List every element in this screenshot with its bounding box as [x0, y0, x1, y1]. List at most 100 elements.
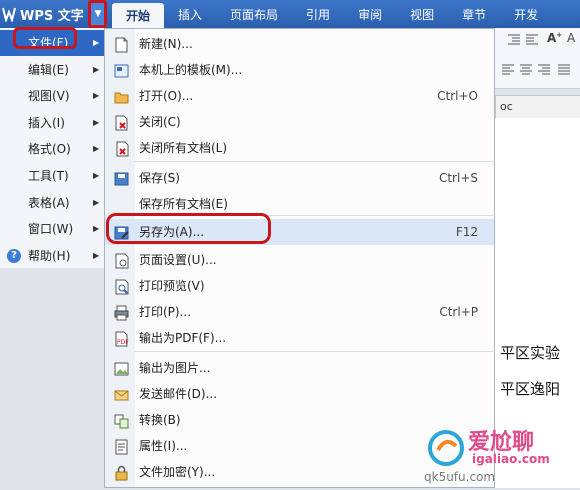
workspace-background	[0, 268, 104, 488]
new-document-icon	[114, 36, 129, 53]
file-menu-item[interactable]: 本机上的模板(M)...	[105, 57, 494, 83]
save-icon	[114, 170, 129, 186]
main-menu-item-label: 工具(T)	[28, 169, 69, 183]
file-menu-item[interactable]: 打印(P)... Ctrl+P	[105, 299, 494, 325]
file-menu-item[interactable]: 新建(N)...	[105, 31, 494, 57]
convert-icon	[114, 412, 129, 429]
open-folder-icon	[114, 88, 129, 104]
submenu-arrow-icon: ▶	[93, 38, 100, 47]
file-menu-item[interactable]: 发送邮件(D)...	[105, 381, 494, 407]
pdf-icon: PDF	[114, 330, 129, 347]
submenu-arrow-icon: ▶	[93, 171, 100, 180]
main-menu-item-label: 视图(V)	[28, 89, 70, 104]
main-menu-item-label: 格式(O)	[28, 142, 71, 157]
submenu-arrow-icon: ▶	[93, 91, 100, 101]
file-menu-item[interactable]: 保存(S) Ctrl+S	[105, 165, 494, 191]
document-text-line: 平区逸阳	[500, 380, 561, 398]
annotation-highlight-file	[13, 27, 77, 49]
tab-3[interactable]: 引用	[292, 0, 344, 28]
svg-text:PDF: PDF	[117, 339, 129, 346]
main-menu-item[interactable]: 插入(I) ▶	[0, 110, 104, 136]
file-menu-item-label: 关闭(C)	[139, 115, 181, 129]
document-tab-label: oc	[500, 100, 513, 113]
menu-separator	[135, 351, 495, 352]
shortcut-label: F12	[455, 225, 478, 239]
main-menu-item-label: 插入(I)	[28, 115, 65, 130]
menu-separator	[135, 161, 495, 162]
file-menu-item-label: 转换(B)	[139, 413, 181, 427]
email-icon	[114, 386, 129, 402]
tab-0[interactable]: 开始	[112, 3, 165, 28]
main-menu-item[interactable]: 工具(T) ▶	[0, 163, 104, 189]
main-menu-item-label: 编辑(E)	[28, 62, 69, 77]
file-menu-item-label: 本机上的模板(M)...	[139, 63, 243, 77]
file-menu-item-label: 页面设置(U)...	[139, 253, 217, 267]
shortcut-label: Ctrl+O	[437, 89, 478, 103]
file-menu-item[interactable]: 打开(O)... Ctrl+O	[105, 83, 494, 109]
watermark-sub: qk5ufu.com	[424, 470, 496, 484]
shortcut-label: Ctrl+P	[439, 305, 478, 319]
file-menu-item[interactable]: 关闭所有文档(L)	[105, 135, 494, 161]
page-setup-icon	[114, 252, 129, 269]
file-menu-item[interactable]: 打印预览(V)	[105, 273, 494, 299]
align-center-icon[interactable]	[519, 64, 533, 79]
wps-logo-icon	[2, 6, 16, 24]
properties-icon	[114, 438, 129, 455]
main-menu-item[interactable]: 视图(V) ▶	[0, 83, 104, 109]
file-menu-item-label: 打印(P)...	[139, 305, 192, 319]
watermark: 爱尬聊 igaliao.com qk5ufu.com	[420, 420, 580, 488]
main-menu-item[interactable]: ? 帮助(H) ▶	[0, 243, 104, 269]
export-image-icon	[114, 360, 129, 376]
file-menu-item-label: 新建(N)...	[139, 37, 193, 51]
submenu-arrow-icon: ▶	[93, 144, 100, 154]
file-menu-item[interactable]: PDF 输出为PDF(F)...	[105, 325, 494, 351]
app-logo[interactable]: WPS 文字	[2, 4, 84, 24]
ribbon-tabs: 开始 插入 页面布局 引用 审阅 视图 章节 开发	[112, 0, 552, 28]
ribbon-toolbar: A+ A	[495, 28, 580, 89]
print-preview-icon	[114, 278, 129, 295]
file-menu-item-label: 保存(S)	[139, 171, 180, 185]
main-menu-item-label: 帮助(H)	[28, 248, 71, 263]
title-bar: WPS 文字 ▼ 开始 插入 页面布局 引用 审阅 视图 章节 开发	[0, 0, 580, 28]
main-menu-item[interactable]: 窗口(W) ▶	[0, 216, 104, 242]
file-menu-item-label: 属性(I)...	[139, 439, 188, 453]
font-size-increase-icon[interactable]: A+	[547, 31, 562, 45]
tab-2[interactable]: 页面布局	[216, 0, 292, 28]
tab-6[interactable]: 章节	[448, 0, 500, 28]
main-menu: 文件(F) ▶ 编辑(E) ▶ 视图(V) ▶ 插入(I) ▶ 格式(O) ▶ 工具(T) ▶ 表格(A…	[0, 28, 105, 268]
tab-1[interactable]: 插入	[164, 0, 216, 28]
file-menu-item-label: 打印预览(V)	[139, 279, 205, 293]
file-menu-item-label: 关闭所有文档(L)	[139, 141, 228, 155]
document-tab[interactable]: oc	[495, 95, 580, 119]
submenu-arrow-icon: ▶	[93, 64, 100, 74]
encrypt-icon	[114, 464, 129, 481]
document-text-line: 平区实验	[500, 344, 561, 362]
align-left-icon[interactable]	[501, 64, 515, 79]
file-menu-item-label: 打开(O)...	[139, 89, 194, 103]
submenu-arrow-icon: ▶	[93, 117, 100, 127]
indent-increase-icon[interactable]	[525, 34, 539, 49]
print-icon	[114, 304, 129, 321]
file-menu-item[interactable]: 页面设置(U)...	[105, 247, 494, 273]
main-menu-item[interactable]: 格式(O) ▶	[0, 136, 104, 162]
align-right-icon[interactable]	[537, 64, 551, 79]
main-menu-item[interactable]: 编辑(E) ▶	[0, 57, 104, 83]
tab-5[interactable]: 视图	[396, 0, 448, 28]
file-menu-item[interactable]: 关闭(C)	[105, 109, 494, 135]
annotation-highlight-save-as	[106, 213, 271, 244]
file-submenu: 新建(N)... 本机上的模板(M)... 打开(O)... Ctrl+O 关闭(C) 关…	[104, 28, 495, 488]
watermark-domain: igaliao.com	[472, 452, 550, 466]
tab-7[interactable]: 开发	[500, 0, 552, 28]
main-menu-item[interactable]: 表格(A) ▶	[0, 190, 104, 216]
submenu-arrow-icon: ▶	[93, 250, 100, 260]
close-all-icon	[114, 140, 129, 157]
file-menu-item-label: 输出为PDF(F)...	[139, 331, 227, 345]
tab-4[interactable]: 审阅	[344, 0, 396, 28]
indent-decrease-icon[interactable]	[507, 34, 521, 49]
justify-icon[interactable]	[557, 64, 571, 79]
file-menu-item[interactable]: 输出为图片...	[105, 355, 494, 381]
template-icon	[114, 62, 129, 78]
font-size-decrease-icon[interactable]: A	[567, 31, 575, 45]
file-menu-item-label: 发送邮件(D)...	[139, 387, 218, 401]
submenu-arrow-icon: ▶	[93, 224, 100, 234]
